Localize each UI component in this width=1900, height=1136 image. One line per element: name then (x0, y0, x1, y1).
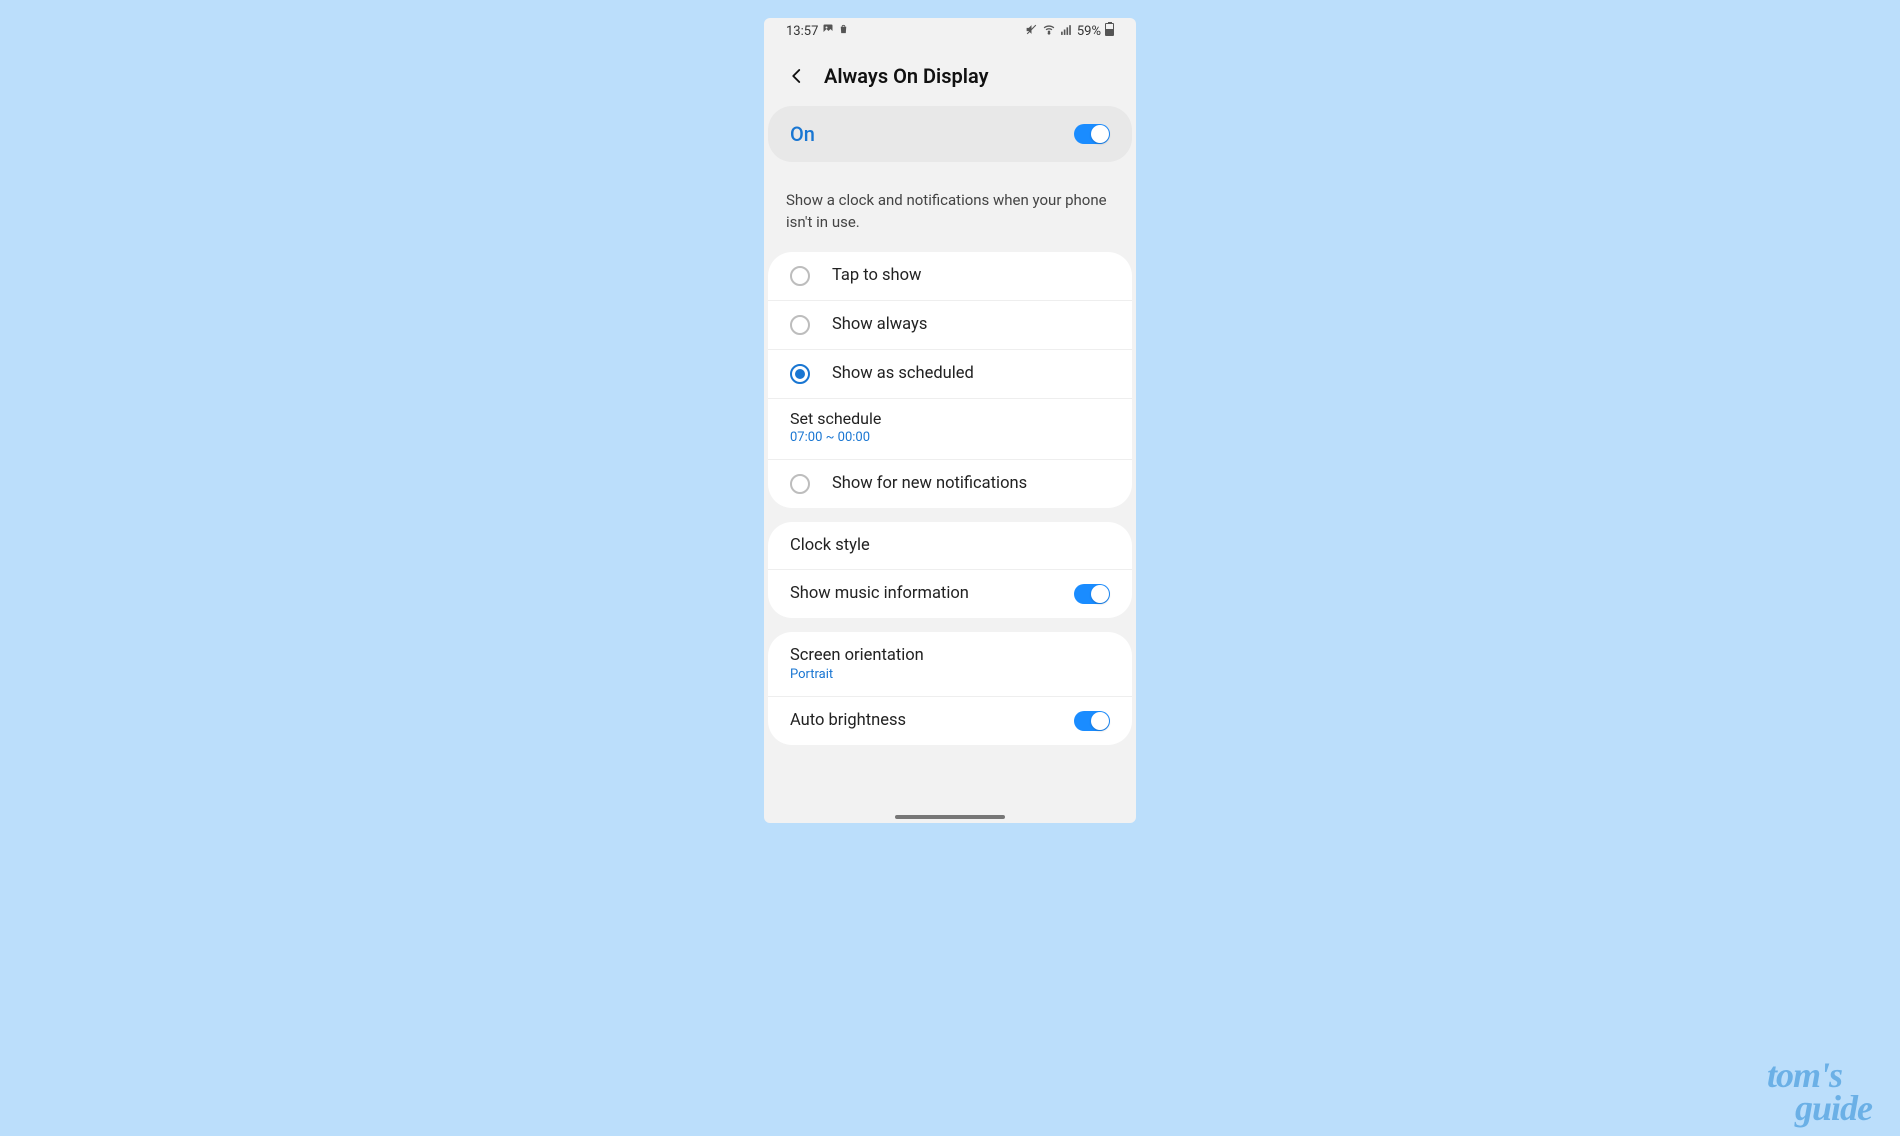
radio-unchecked-icon (790, 474, 810, 494)
mode-show-always[interactable]: Show always (768, 301, 1132, 350)
schedule-label: Set schedule (790, 409, 1110, 428)
mute-icon (1025, 23, 1038, 40)
mode-label: Tap to show (832, 266, 921, 285)
master-toggle-section: On (768, 106, 1132, 162)
phone-frame: 13:57 59% (764, 18, 1136, 823)
mode-show-as-scheduled[interactable]: Show as scheduled (768, 350, 1132, 399)
status-bar: 13:57 59% (764, 18, 1136, 44)
chevron-left-icon (788, 67, 806, 85)
status-battery-pct: 59% (1077, 24, 1101, 39)
home-indicator[interactable] (895, 815, 1005, 819)
screen-orientation-item[interactable]: Screen orientation Portrait (768, 632, 1132, 697)
music-info-label: Show music information (790, 584, 969, 603)
radio-unchecked-icon (790, 315, 810, 335)
back-button[interactable] (786, 65, 808, 87)
image-icon (822, 23, 834, 39)
status-time: 13:57 (786, 24, 818, 39)
mode-tap-to-show[interactable]: Tap to show (768, 252, 1132, 301)
mode-show-for-notifications[interactable]: Show for new notifications (768, 460, 1132, 508)
modes-section: Tap to show Show always Show as schedule… (768, 252, 1132, 508)
radio-unchecked-icon (790, 266, 810, 286)
mode-label: Show always (832, 315, 927, 334)
screen-settings-section: Screen orientation Portrait Auto brightn… (768, 632, 1132, 745)
music-info-toggle[interactable] (1074, 584, 1110, 604)
schedule-value: 07:00 ~ 00:00 (790, 430, 1110, 445)
bag-icon (838, 23, 849, 39)
mode-label: Show as scheduled (832, 364, 974, 383)
wifi-icon (1042, 23, 1056, 40)
clock-style-label: Clock style (790, 536, 870, 555)
mode-label: Show for new notifications (832, 474, 1027, 493)
radio-checked-icon (790, 364, 810, 384)
auto-brightness-toggle[interactable] (1074, 711, 1110, 731)
screen-orientation-value: Portrait (790, 667, 924, 682)
description-text: Show a clock and notifications when your… (764, 176, 1136, 252)
show-music-information-item[interactable]: Show music information (768, 570, 1132, 618)
watermark-logo: tom's guide (1767, 1059, 1872, 1124)
auto-brightness-label: Auto brightness (790, 711, 906, 730)
page-title: Always On Display (824, 64, 989, 88)
display-settings-section: Clock style Show music information (768, 522, 1132, 618)
master-toggle-row[interactable]: On (768, 106, 1132, 162)
set-schedule-item[interactable]: Set schedule 07:00 ~ 00:00 (768, 399, 1132, 460)
auto-brightness-item[interactable]: Auto brightness (768, 697, 1132, 745)
watermark-line2: guide (1767, 1092, 1872, 1124)
battery-icon (1105, 22, 1114, 40)
page-header: Always On Display (764, 44, 1136, 106)
signal-icon (1060, 23, 1073, 40)
master-toggle-label: On (790, 122, 815, 146)
clock-style-item[interactable]: Clock style (768, 522, 1132, 570)
master-toggle-switch[interactable] (1074, 124, 1110, 144)
screen-orientation-label: Screen orientation (790, 646, 924, 665)
